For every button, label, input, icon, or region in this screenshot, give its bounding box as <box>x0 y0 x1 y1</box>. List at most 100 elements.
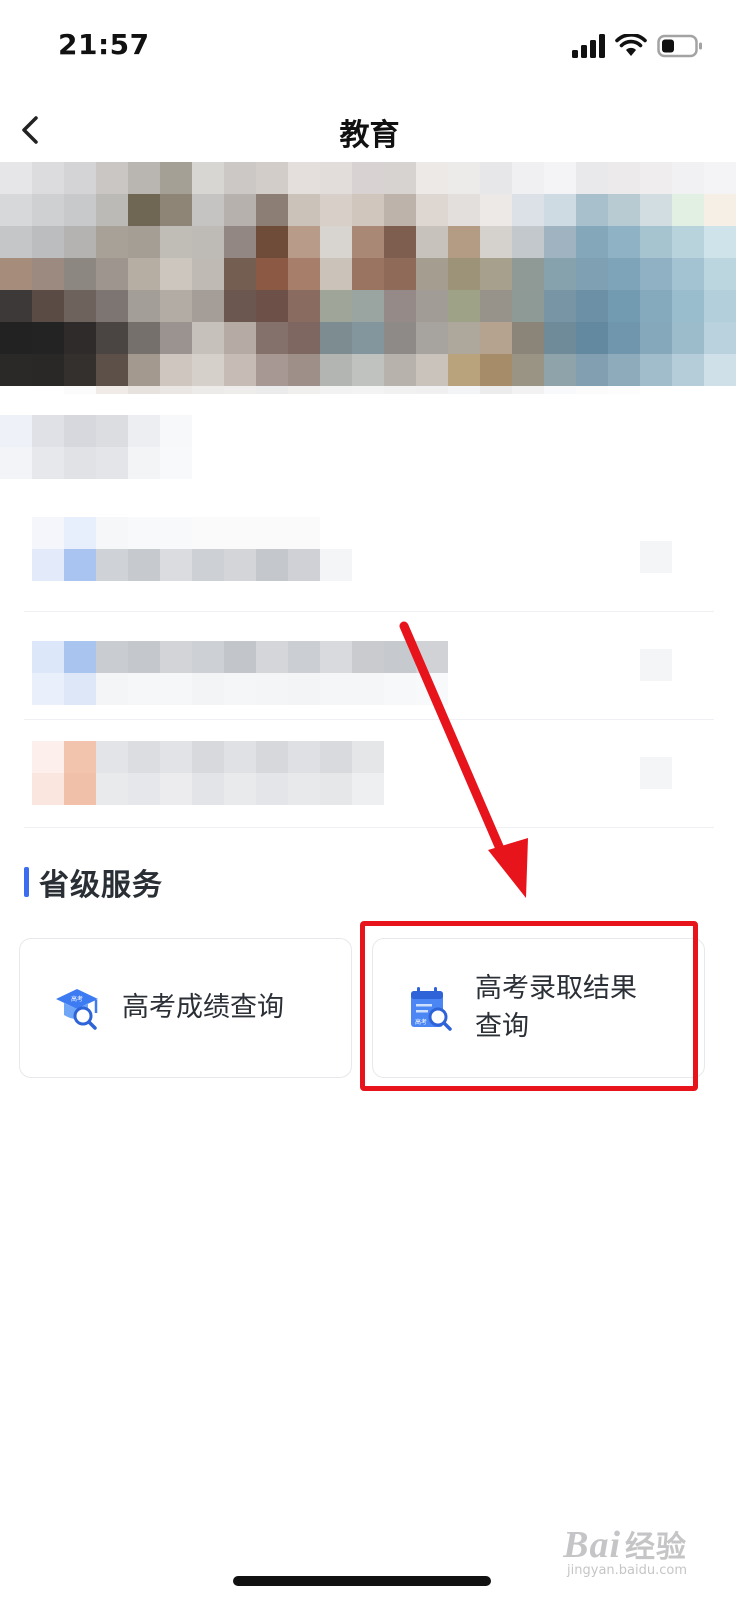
banner-pixel <box>256 322 288 354</box>
list-item[interactable] <box>24 503 714 612</box>
banner-pixel <box>672 258 704 290</box>
calendar-search-icon: 高考 <box>411 987 452 1031</box>
banner-pixel <box>64 226 96 258</box>
service-label-line-1: 高考录取结果 <box>475 973 637 1004</box>
banner-pixel <box>0 162 32 194</box>
banner-pixel <box>672 290 704 322</box>
banner-pixel <box>320 162 352 194</box>
banner-pixel <box>480 290 512 322</box>
banner-pixel <box>320 258 352 290</box>
banner-pixel <box>480 258 512 290</box>
banner-pixel <box>576 258 608 290</box>
banner-pixel <box>448 322 480 354</box>
banner-pixel <box>224 194 256 226</box>
banner-pixel <box>256 194 288 226</box>
banner-pixel <box>32 226 64 258</box>
banner-pixel <box>320 290 352 322</box>
banner-pixel <box>512 322 544 354</box>
banner-pixel <box>416 226 448 258</box>
banner-pixel <box>640 322 672 354</box>
list-item[interactable] <box>24 719 714 828</box>
banner-pixel <box>544 290 576 322</box>
section-title: 省级服务 <box>39 868 163 903</box>
blurred-banner[interactable] <box>0 162 739 394</box>
banner-pixel <box>608 194 640 226</box>
status-time: 21:57 <box>58 28 150 61</box>
banner-pixel <box>192 290 224 322</box>
banner-pixel <box>32 162 64 194</box>
banner-pixel <box>32 290 64 322</box>
banner-pixel <box>352 290 384 322</box>
banner-pixel <box>512 290 544 322</box>
gaokao-score-query-button[interactable]: 高考 高考成绩查询 <box>19 938 352 1078</box>
banner-pixel <box>416 354 448 386</box>
banner-pixel <box>32 322 64 354</box>
banner-pixel <box>608 322 640 354</box>
service-label: 高考成绩查询 <box>122 992 284 1023</box>
banner-pixel <box>96 226 128 258</box>
banner-pixel <box>0 322 32 354</box>
banner-pixel <box>192 194 224 226</box>
banner-pixel <box>320 386 352 394</box>
banner-pixel <box>576 386 608 394</box>
page-title: 教育 <box>339 118 400 153</box>
banner-pixel <box>64 290 96 322</box>
banner-pixel <box>352 226 384 258</box>
banner-pixel <box>128 194 160 226</box>
banner-pixel <box>160 322 192 354</box>
banner-pixel <box>256 258 288 290</box>
banner-pixel <box>704 258 736 290</box>
banner-pixel <box>224 258 256 290</box>
banner-pixel <box>64 386 96 394</box>
banner-pixel <box>160 386 192 394</box>
banner-pixel <box>512 162 544 194</box>
banner-pixel <box>256 290 288 322</box>
banner-pixel <box>640 354 672 386</box>
banner-pixel <box>128 354 160 386</box>
icon-badge: 高考 <box>71 995 83 1003</box>
banner-pixel <box>288 162 320 194</box>
banner-pixel <box>704 162 736 194</box>
banner-pixel <box>608 226 640 258</box>
service-label-line-2: 查询 <box>475 1011 529 1042</box>
banner-pixel <box>224 354 256 386</box>
banner-pixel <box>128 226 160 258</box>
gaokao-admission-result-query-button[interactable]: 高考 高考录取结果 查询 <box>372 938 705 1078</box>
banner-pixel <box>192 258 224 290</box>
banner-pixel <box>320 226 352 258</box>
battery-icon <box>657 34 702 58</box>
banner-pixel <box>448 226 480 258</box>
list-item[interactable] <box>24 611 714 720</box>
banner-pixel <box>224 226 256 258</box>
banner-pixel <box>352 322 384 354</box>
banner-pixel <box>544 162 576 194</box>
banner-pixel <box>512 226 544 258</box>
banner-pixel <box>192 386 224 394</box>
banner-pixel <box>64 354 96 386</box>
banner-pixel <box>640 386 672 394</box>
banner-pixel <box>64 194 96 226</box>
banner-pixel <box>704 354 736 386</box>
banner-pixel <box>512 386 544 394</box>
banner-pixel <box>256 226 288 258</box>
banner-pixel <box>448 386 480 394</box>
nav-bar: 教育 <box>0 100 739 160</box>
banner-pixel <box>160 226 192 258</box>
banner-pixel <box>0 386 32 394</box>
banner-pixel <box>608 258 640 290</box>
banner-pixel <box>0 290 32 322</box>
banner-pixel <box>704 322 736 354</box>
home-indicator[interactable] <box>233 1576 491 1586</box>
banner-pixel <box>96 290 128 322</box>
service-label: 高考录取结果 查询 <box>475 970 637 1046</box>
chevron-right-icon <box>640 757 672 789</box>
banner-pixel <box>160 290 192 322</box>
banner-pixel <box>448 162 480 194</box>
baidu-jingyan-watermark: Bai 经验 jingyan.baidu.com <box>563 1522 687 1578</box>
banner-pixel <box>128 322 160 354</box>
banner-pixel <box>192 162 224 194</box>
banner-pixel <box>224 322 256 354</box>
banner-pixel <box>416 322 448 354</box>
banner-pixel <box>384 354 416 386</box>
banner-pixel <box>320 322 352 354</box>
